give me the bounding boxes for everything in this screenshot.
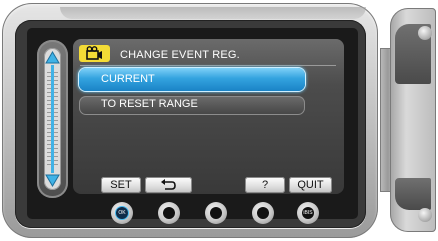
- title-divider: [80, 65, 336, 66]
- menu-item-to-reset-range[interactable]: TO RESET RANGE: [79, 96, 305, 115]
- screw-icon: [418, 208, 432, 222]
- menu-title: CHANGE EVENT REG.: [120, 49, 240, 61]
- scroll-up-icon[interactable]: [44, 51, 61, 65]
- movie-camera-icon: [79, 45, 110, 62]
- sensor-button-4[interactable]: [252, 202, 274, 224]
- sensor-button-3[interactable]: [205, 202, 227, 224]
- quit-button[interactable]: QUIT: [289, 177, 332, 193]
- ibis-label: iBIS: [303, 210, 313, 216]
- set-button[interactable]: SET: [101, 177, 141, 193]
- menu-item-current[interactable]: CURRENT: [79, 68, 305, 91]
- menu-panel: [73, 39, 344, 194]
- ibis-sensor-button[interactable]: iBIS: [297, 202, 319, 224]
- screw-icon: [418, 26, 432, 40]
- menu-item-label: CURRENT: [101, 73, 155, 85]
- ok-label: OK: [118, 210, 126, 216]
- sensor-button-2[interactable]: [158, 202, 180, 224]
- side-panel-bottom-cover: [395, 178, 431, 210]
- back-button[interactable]: [145, 177, 192, 193]
- menu-item-label: TO RESET RANGE: [101, 98, 198, 110]
- ok-sensor-button[interactable]: OK: [111, 202, 133, 224]
- return-arrow-icon: [161, 179, 176, 190]
- scroll-down-icon[interactable]: [44, 173, 61, 187]
- help-button[interactable]: ?: [245, 177, 285, 193]
- scroll-indicator: [51, 65, 54, 173]
